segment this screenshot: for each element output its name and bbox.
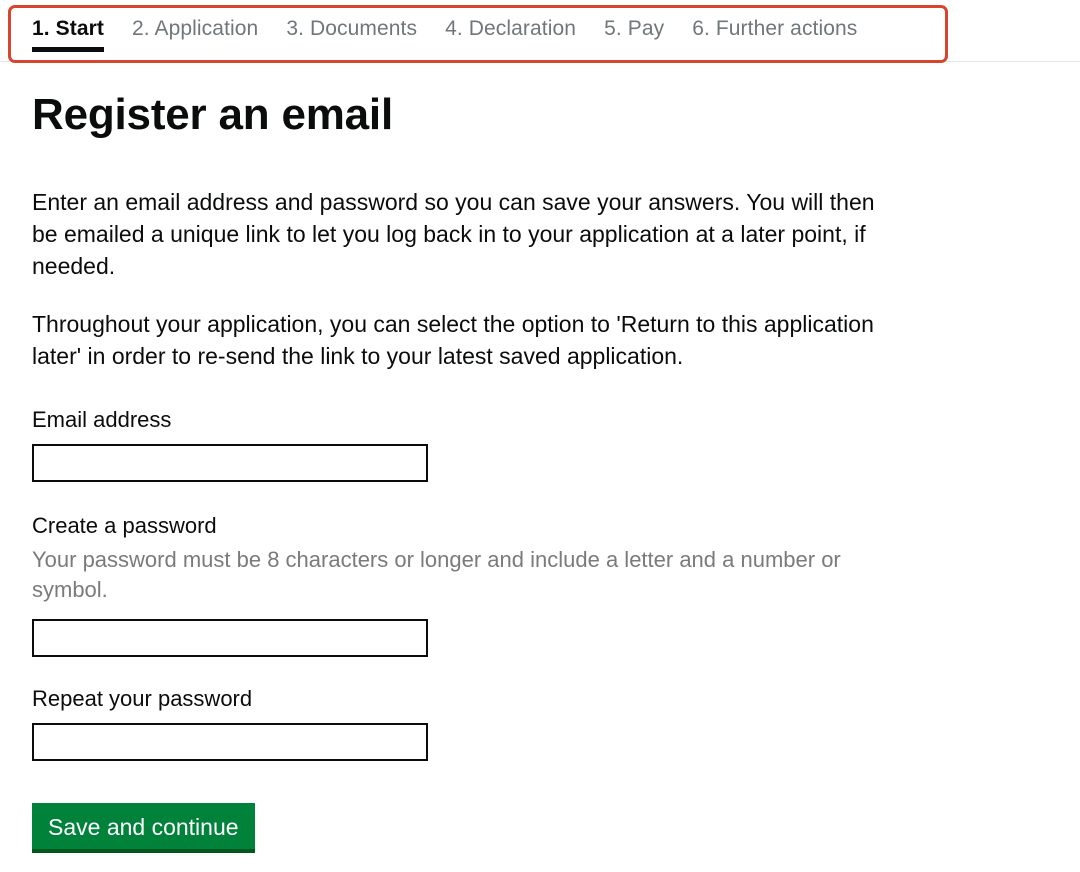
tab-further-actions[interactable]: 6. Further actions (692, 16, 857, 48)
tab-start[interactable]: 1. Start (32, 16, 104, 52)
password-input[interactable] (32, 619, 428, 657)
tab-pay[interactable]: 5. Pay (604, 16, 664, 48)
save-and-continue-button[interactable]: Save and continue (32, 803, 255, 853)
main-content: Register an email Enter an email address… (0, 90, 1080, 853)
page-title: Register an email (32, 90, 393, 139)
progress-navigation: 1. Start 2. Application 3. Documents 4. … (0, 0, 1080, 63)
tab-start-label: 1. Start (32, 17, 104, 40)
tab-documents[interactable]: 3. Documents (286, 16, 417, 48)
intro-paragraph-1: Enter an email address and password so y… (32, 189, 875, 279)
intro-paragraph-2: Throughout your application, you can sel… (32, 311, 874, 369)
tab-declaration[interactable]: 4. Declaration (445, 16, 576, 48)
email-form-group: Email address (32, 406, 1080, 482)
password-hint: Your password must be 8 characters or lo… (32, 547, 841, 602)
password-label: Create a password (32, 513, 217, 538)
tab-declaration-label: 4. Declaration (445, 17, 577, 40)
tab-application-label: 2. Application (132, 17, 259, 40)
nav-bottom-divider (0, 61, 1080, 62)
repeat-password-label: Repeat your password (32, 686, 253, 711)
repeat-password-input[interactable] (32, 723, 428, 761)
password-form-group: Create a password Your password must be … (32, 512, 1080, 657)
tab-documents-label: 3. Documents (286, 17, 418, 40)
repeat-password-form-group: Repeat your password (32, 685, 1080, 761)
tab-application[interactable]: 2. Application (132, 16, 258, 48)
email-label: Email address (32, 407, 172, 432)
progress-tab-list: 1. Start 2. Application 3. Documents 4. … (0, 0, 1080, 62)
tab-pay-label: 5. Pay (604, 17, 665, 40)
tab-further-actions-label: 6. Further actions (692, 17, 858, 40)
email-input[interactable] (32, 444, 428, 482)
